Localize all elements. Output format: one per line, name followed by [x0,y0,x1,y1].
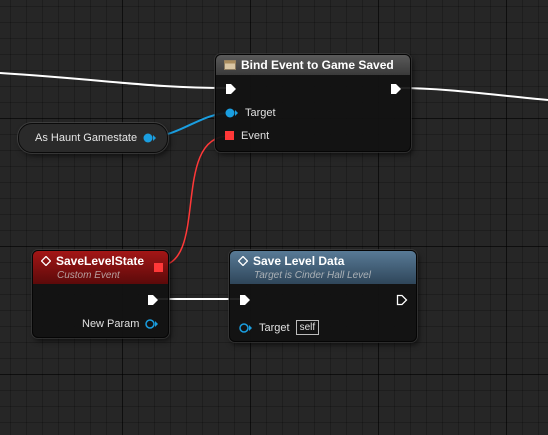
variable-output-pin[interactable] [143,133,157,143]
variable-label: As Haunt Gamestate [35,132,138,144]
save-level-data-node[interactable]: Save Level Data Target is Cinder Hall Le… [229,250,417,342]
exec-out-pin[interactable] [390,83,402,95]
bind-event-header[interactable]: Bind Event to Game Saved [216,55,410,75]
custom-event-title: SaveLevelState [56,254,145,268]
save-level-target-label: Target [259,321,290,334]
custom-event-delegate-pin[interactable] [154,263,164,273]
new-param-pin-row[interactable]: New Param [82,318,159,330]
exec-wire-incoming[interactable] [0,72,229,89]
event-icon [41,256,51,266]
save-level-exec-out-pin[interactable] [396,294,408,306]
target-pin[interactable] [225,108,239,118]
event-pin-row[interactable]: Event [225,130,269,142]
function-icon [224,60,236,70]
custom-event-header[interactable]: SaveLevelState Custom Event [33,251,168,284]
event-delegate-pin[interactable] [225,131,235,141]
target-self-value[interactable]: self [295,320,320,335]
event-pin-label: Event [241,130,270,142]
custom-event-subtitle: Custom Event [57,270,120,281]
save-level-exec-in-pin[interactable] [239,294,251,306]
target-pin-row[interactable]: Target [225,107,276,119]
new-param-label: New Param [82,318,140,330]
exec-in-pin[interactable] [225,83,237,95]
exec-wire-outgoing[interactable] [397,87,548,101]
save-level-title: Save Level Data [253,254,345,268]
bind-event-title: Bind Event to Game Saved [241,58,394,72]
bind-event-node[interactable]: Bind Event to Game Saved Target Event [215,54,411,152]
save-level-subtitle: Target is Cinder Hall Level [254,270,371,281]
custom-event-node[interactable]: SaveLevelState Custom Event New Param [32,250,169,338]
custom-event-exec-out-pin[interactable] [147,294,159,306]
delegate-wire-event[interactable] [157,135,230,267]
haunt-gamestate-variable-node[interactable]: As Haunt Gamestate [18,123,168,153]
save-level-target-row[interactable]: Target self [239,320,320,335]
function-diamond-icon [238,256,248,266]
save-level-target-pin[interactable] [239,322,253,333]
save-level-header[interactable]: Save Level Data Target is Cinder Hall Le… [230,251,416,284]
new-param-pin[interactable] [145,319,159,329]
target-pin-label: Target [245,107,276,119]
